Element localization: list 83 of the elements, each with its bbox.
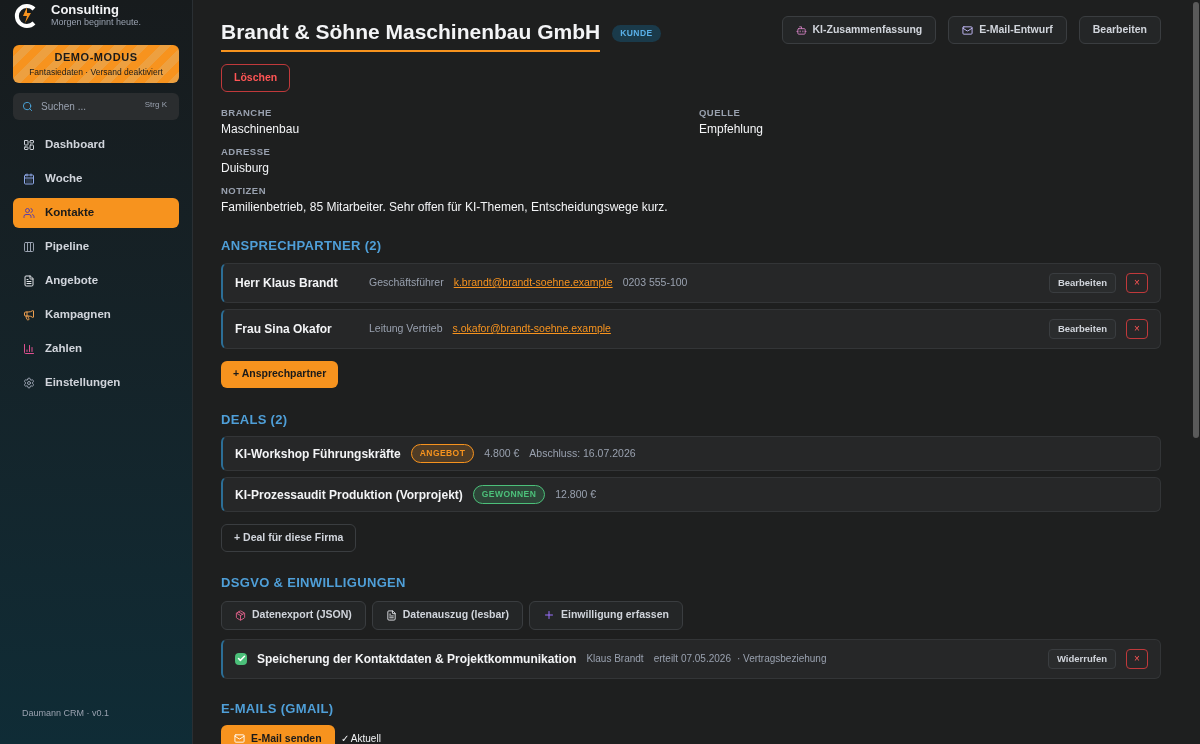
email-draft-button[interactable]: E-Mail-Entwurf [948,16,1067,44]
consent-person: Klaus Brandt [586,652,644,667]
data-extract-button[interactable]: Datenauszug (lesbar) [371,600,523,630]
megaphone-icon [23,309,35,321]
edit-button[interactable]: Bearbeiten [1078,16,1161,44]
nav-item[interactable]: Woche [13,164,179,194]
package-icon [235,609,246,621]
search-icon [22,101,33,112]
nav-item[interactable]: Pipeline [13,232,179,262]
section-heading: DEALS (2) [221,410,289,429]
field-label: QUELLE [699,105,742,120]
phone-number: 0203 555-100 [622,274,688,290]
demo-title: DEMO-MODUS [54,50,138,66]
document-icon [385,609,397,621]
sync-status: ✓ Aktuell [340,732,381,744]
status-badge: KUNDE [612,25,661,43]
calendar-icon [23,173,35,185]
field-label: BRANCHE [221,105,273,120]
edit-button[interactable]: Bearbeiten [1048,272,1116,293]
nav-item[interactable]: Angebote [13,266,179,296]
deal-name: KI-Prozessaudit Produktion (Vorprojekt) [235,486,463,504]
consent-date: erteilt 07.05.2026 [653,652,731,667]
check-icon [236,654,246,664]
ai-summary-button[interactable]: KI-Zusammenfassung [781,16,937,44]
contact-name: Herr Klaus Brandt [235,274,339,292]
version-label: Daumann CRM · v0.1 [21,706,111,720]
delete-button[interactable]: Löschen [221,63,291,92]
field-value: Empfehlung [699,120,765,138]
consent-title: Speicherung der Kontaktdaten & Projektkommunikation [257,650,577,668]
robot-icon [795,24,807,36]
deal-amount: 12.800 € [555,486,597,502]
remove-button[interactable]: × [1126,648,1148,669]
document-icon [23,275,35,287]
data-export-button[interactable]: Datenexport (JSON) [221,600,366,630]
field-label: NOTIZEN [221,184,268,198]
settings-icon [23,377,35,389]
mail-icon [962,24,974,36]
add-contact-button[interactable]: + Ansprechpartner [221,360,339,388]
email-link[interactable]: s.okafor@brandt-soehne.example [452,320,611,337]
add-consent-button[interactable]: Einwilligung erfassen [528,600,683,630]
email-link[interactable]: k.brandt@brandt-soehne.example [453,274,613,291]
contact-role: Geschäftsführer [369,274,444,290]
users-icon [23,207,35,219]
contact-role: Leitung Vertrieb [369,320,443,336]
demo-subtitle: Fantasiedaten · Versand deaktiviert [29,65,163,79]
nav-item[interactable]: Zahlen [13,334,179,364]
field-value: Maschinenbau [221,120,301,138]
contact-name: Frau Sina Okafor [235,320,333,338]
dashboard-icon [23,139,35,151]
scrollbar-thumb[interactable] [1193,2,1199,438]
consent-basis: · Vertragsbeziehung [736,652,827,667]
deal-row[interactable]: KI-Prozessaudit Produktion (Vorprojekt) GEWONNEN 12.800 € [221,477,1161,513]
nav-item[interactable]: Kampagnen [13,300,179,330]
nav-item[interactable]: Kontakte [13,198,179,228]
stage-badge: GEWONNEN [472,485,546,505]
add-deal-button[interactable]: + Deal für diese Firma [221,524,357,553]
notes-text: Familienbetrieb, 85 Mitarbeiter. Sehr offen für KI-Themen, Entscheidungswege kurz. [221,199,669,217]
columns-icon [23,241,35,253]
mail-icon [234,733,245,744]
edit-button[interactable]: Bearbeiten [1048,318,1116,339]
deal-row[interactable]: KI-Workshop Führungskräfte ANGEBOT 4.800 € Abschluss: 16.07.2026 [221,436,1161,472]
section-heading: DSGVO & EINWILLIGUNGEN [221,574,407,593]
checkbox[interactable] [235,652,247,665]
revoke-button[interactable]: Widerrufen [1047,648,1116,669]
field-value: Duisburg [221,160,271,177]
section-heading: ANSPRECHPARTNER (2) [221,237,383,256]
remove-button[interactable]: × [1126,272,1148,293]
close-date: Abschluss: 16.07.2026 [529,445,636,461]
deal-name: KI-Workshop Führungskräfte [235,445,401,463]
company-title: Brandt & Söhne Maschinenbau GmbH [221,16,601,52]
stage-badge: ANGEBOT [410,444,475,464]
nav-item[interactable]: Einstellungen [13,368,179,398]
bar-chart-icon [23,343,35,355]
plus-icon [542,609,555,622]
section-heading: E-MAILS (GMAIL) [221,699,335,718]
shortcut-hint: Strg K [144,101,167,109]
brand-tagline: Morgen beginnt heute. [51,16,142,29]
field-label: ADRESSE [221,144,272,159]
send-email-button[interactable]: E-Mail senden [221,725,335,744]
brand-name: Consulting [51,2,120,16]
deal-amount: 4.800 € [484,445,520,461]
nav-item[interactable]: Dashboard [13,130,179,160]
remove-button[interactable]: × [1126,318,1148,339]
